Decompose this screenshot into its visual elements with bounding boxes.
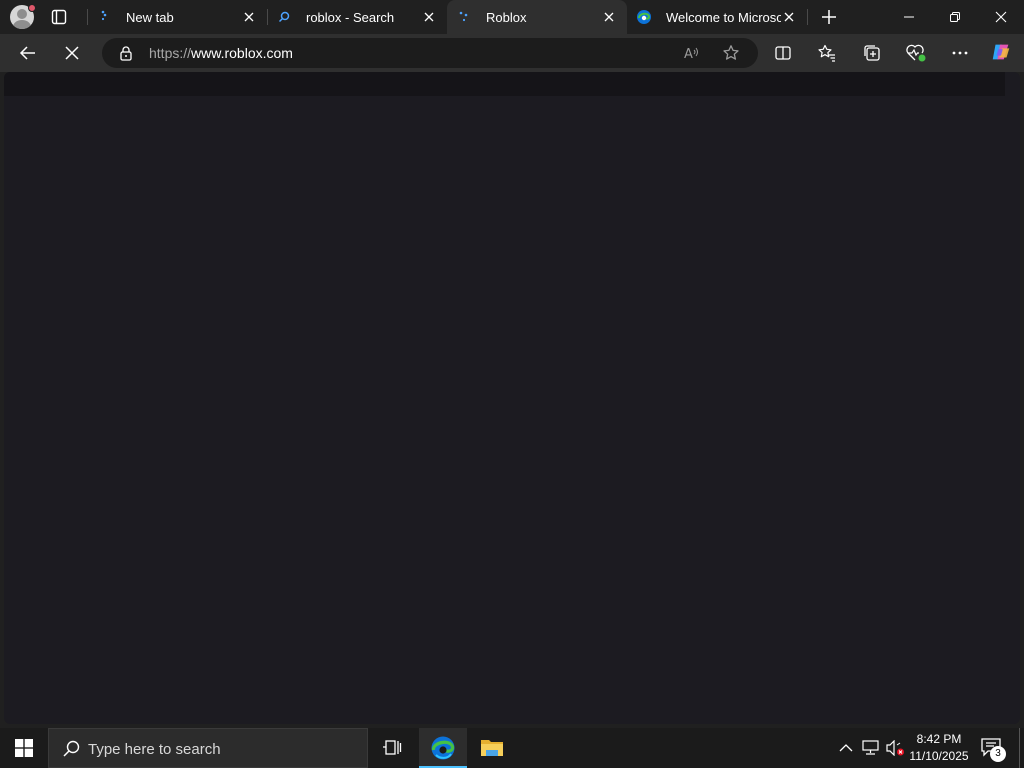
search-icon <box>61 739 81 759</box>
tab-close-icon[interactable] <box>241 9 257 25</box>
favorites-button[interactable] <box>816 42 838 64</box>
clock-time: 8:42 PM <box>916 732 962 746</box>
star-icon <box>723 45 739 60</box>
network-icon <box>862 740 879 755</box>
page-loading-strip <box>4 72 1005 96</box>
tab-title: New tab <box>126 9 174 25</box>
profile-notification-dot <box>28 4 36 12</box>
split-screen-icon <box>775 46 791 60</box>
close-window-button[interactable] <box>978 0 1024 34</box>
tab-close-icon[interactable] <box>421 9 437 25</box>
edge-icon <box>636 9 652 25</box>
tab-separator <box>807 9 808 25</box>
clock-date: 11/10/2025 <box>909 749 969 763</box>
tab-roblox-search[interactable]: roblox - Search <box>267 0 447 34</box>
task-view-icon <box>383 740 402 755</box>
copilot-icon <box>992 44 1010 60</box>
back-button[interactable] <box>17 42 39 64</box>
windows-logo-icon <box>15 739 33 757</box>
edge-icon <box>431 736 455 760</box>
tab-new-tab[interactable]: New tab <box>87 0 267 34</box>
tab-title: Roblox <box>486 9 527 25</box>
minimize-icon <box>904 16 914 18</box>
volume-button[interactable] <box>885 738 905 758</box>
start-button[interactable] <box>0 728 48 768</box>
copilot-button[interactable] <box>990 41 1012 63</box>
show-desktop-button[interactable] <box>1019 728 1024 768</box>
minimize-button[interactable] <box>886 0 932 34</box>
speaker-muted-icon <box>886 740 904 756</box>
browser-toolbar: https://www.roblox.com A <box>0 34 1024 72</box>
settings-and-more-button[interactable] <box>949 42 971 64</box>
url-host: www.roblox.com <box>191 45 293 61</box>
notification-count-badge: 3 <box>990 746 1006 762</box>
restore-icon <box>950 12 960 22</box>
folder-icon <box>481 740 503 756</box>
new-tab-button[interactable] <box>819 7 839 27</box>
taskbar-clock[interactable]: 8:42 PM 11/10/2025 <box>906 731 972 765</box>
url-protocol: https:// <box>149 45 192 61</box>
restore-button[interactable] <box>932 0 978 34</box>
taskbar-app-edge[interactable] <box>419 728 467 768</box>
tab-close-icon[interactable] <box>781 9 797 25</box>
task-view-button[interactable] <box>368 728 416 768</box>
search-placeholder: Type here to search <box>88 741 221 758</box>
read-aloud-button[interactable]: A <box>680 42 702 64</box>
tab-actions-icon[interactable] <box>50 8 68 26</box>
heart-pulse-icon <box>906 44 926 62</box>
taskbar-app-file-explorer[interactable] <box>468 728 516 768</box>
network-status-button[interactable] <box>861 738 881 758</box>
chevron-up-icon <box>839 744 853 752</box>
tab-title: roblox - Search <box>306 9 395 25</box>
tab-strip: New tab roblox - Search Roblox Welcome t… <box>0 0 1024 34</box>
favorites-list-icon <box>818 44 835 62</box>
split-screen-button[interactable] <box>772 42 794 64</box>
search-icon <box>276 9 292 25</box>
tab-welcome-microsoft[interactable]: Welcome to Microsoft <box>627 0 807 34</box>
show-hidden-icons-button[interactable] <box>836 738 856 758</box>
close-icon <box>995 11 1007 23</box>
tab-close-icon[interactable] <box>601 9 617 25</box>
stop-loading-button[interactable] <box>61 42 83 64</box>
plus-icon <box>822 10 836 24</box>
more-dots-icon <box>952 51 968 55</box>
collections-icon <box>864 45 880 61</box>
close-icon <box>65 46 79 60</box>
tab-title: Welcome to Microsoft <box>666 9 781 25</box>
tab-roblox[interactable]: Roblox <box>447 0 627 34</box>
taskbar: Type here to search 8:42 PM 11/10/2025 3 <box>0 728 1024 768</box>
lock-icon[interactable] <box>115 42 137 64</box>
collections-button[interactable] <box>861 42 883 64</box>
address-bar[interactable]: https://www.roblox.com A <box>102 38 758 68</box>
back-arrow-icon <box>19 46 35 60</box>
browser-essentials-button[interactable] <box>905 42 927 64</box>
favorite-star-button[interactable] <box>720 42 742 64</box>
read-aloud-icon: A <box>684 47 698 62</box>
loading-favicon-icon <box>96 9 112 25</box>
web-page-content[interactable] <box>4 72 1020 724</box>
loading-favicon-icon <box>456 9 472 25</box>
taskbar-search-box[interactable]: Type here to search <box>48 728 368 768</box>
url-text[interactable]: https://www.roblox.com <box>149 45 293 61</box>
svg-text:A: A <box>684 47 693 62</box>
